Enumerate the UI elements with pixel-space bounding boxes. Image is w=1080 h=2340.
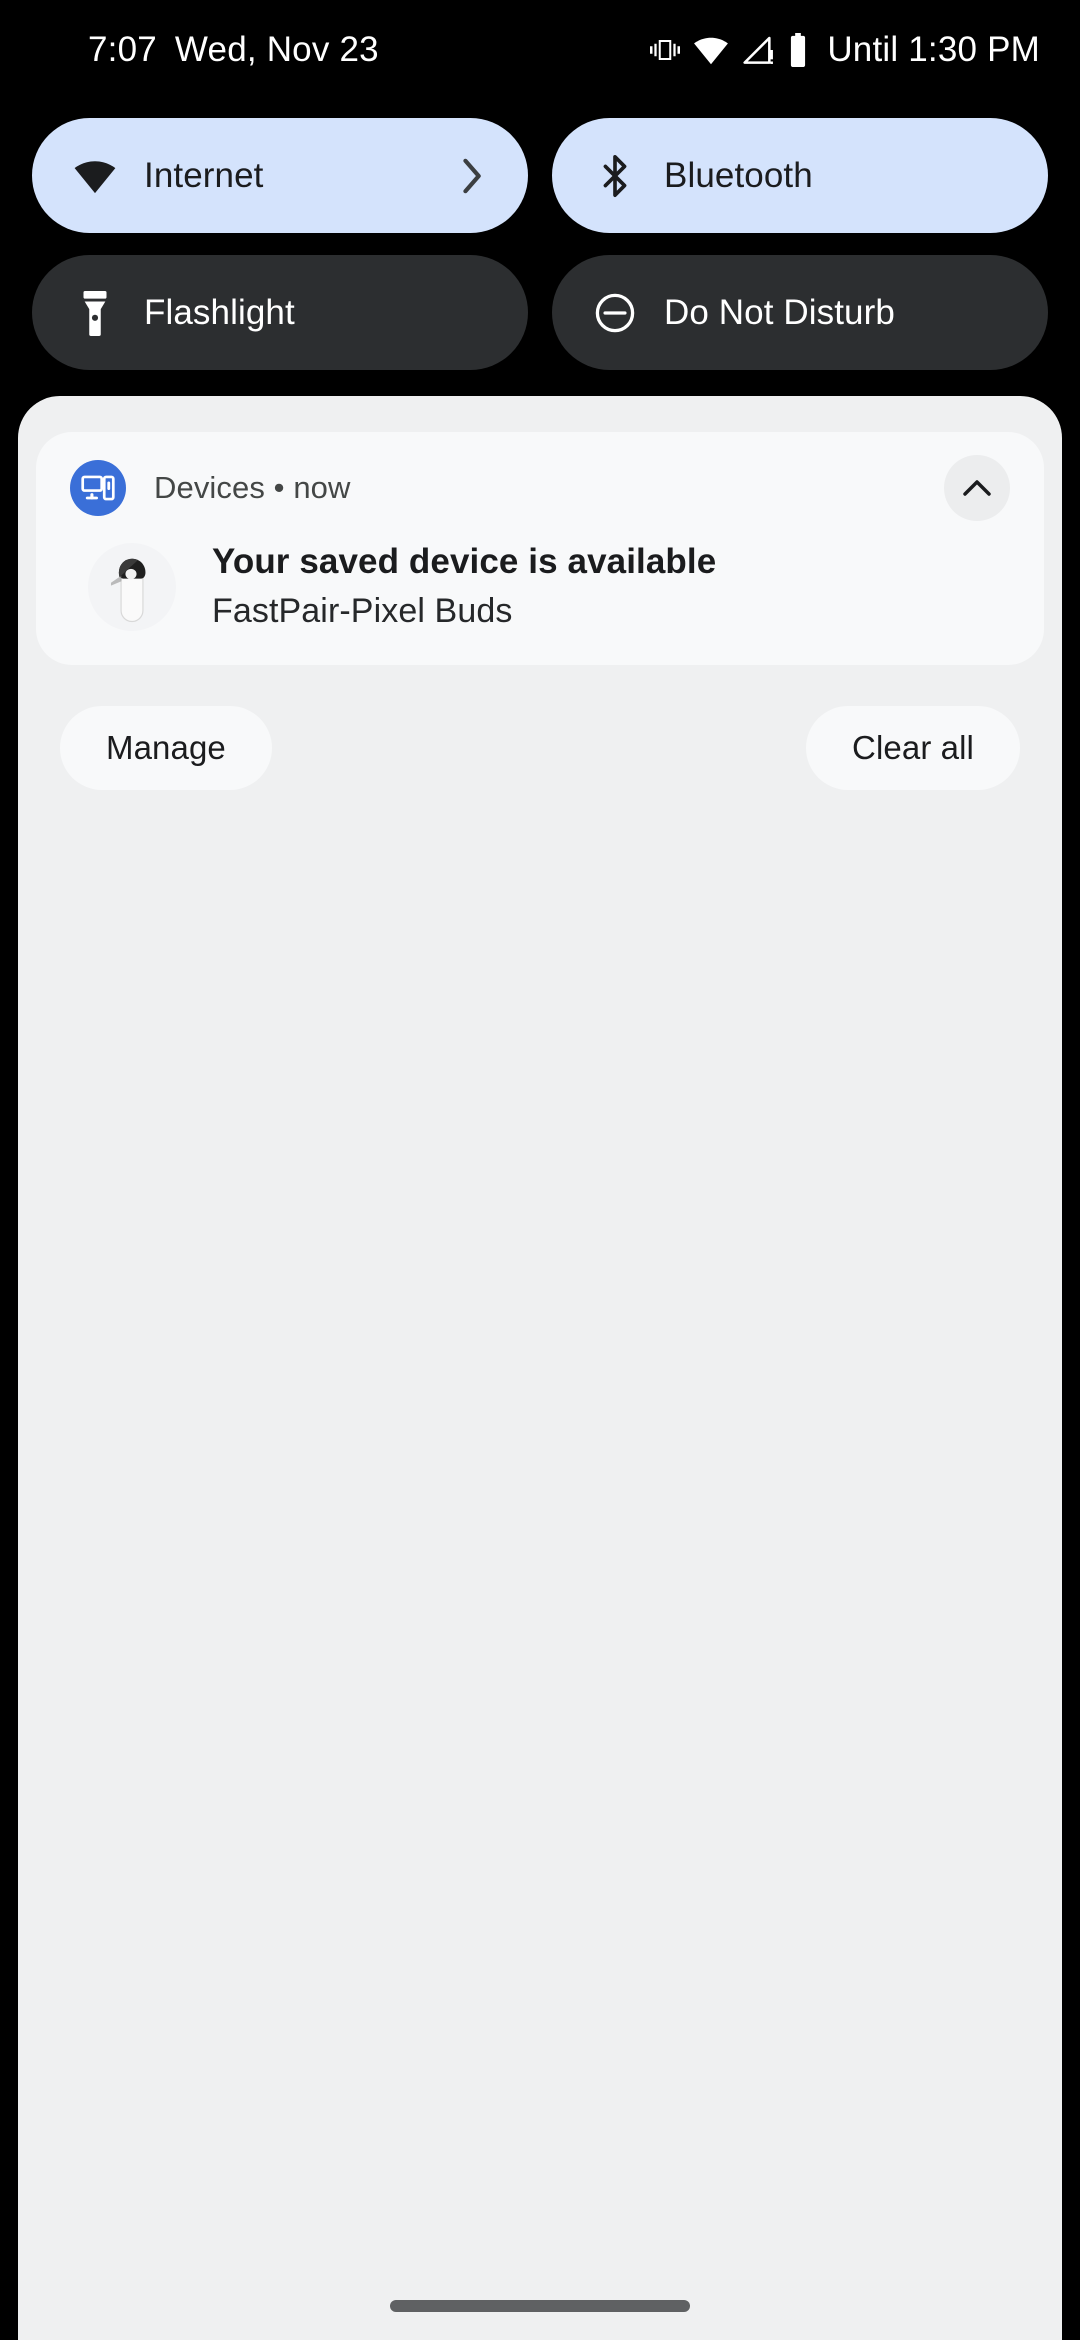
- wifi-icon: [72, 153, 118, 199]
- gesture-nav-handle[interactable]: [390, 2300, 690, 2312]
- qs-tile-label: Do Not Disturb: [664, 292, 895, 332]
- status-bar-right: Until 1:30 PM: [650, 30, 1040, 70]
- qs-tile-do-not-disturb[interactable]: Do Not Disturb: [552, 255, 1048, 370]
- android-quick-settings-screen: 7:07 Wed, Nov 23 Until 1:30 PM Internet …: [0, 0, 1080, 2340]
- vibrate-icon: [650, 34, 681, 66]
- quick-settings-panel: Internet Bluetooth Flashlight Do Not Dis…: [0, 118, 1080, 392]
- quick-settings-row-1: Internet Bluetooth: [0, 118, 1080, 233]
- flashlight-icon: [72, 290, 118, 336]
- qs-tile-label: Internet: [144, 155, 264, 195]
- signal-no-sim-icon: [742, 34, 774, 66]
- qs-tile-bluetooth[interactable]: Bluetooth: [552, 118, 1048, 233]
- status-bar-clock: 7:07: [88, 30, 157, 69]
- status-bar-left: 7:07 Wed, Nov 23: [88, 30, 379, 70]
- notification-text-block: Your saved device is available FastPair-…: [212, 542, 716, 631]
- notification-body: Your saved device is available FastPair-…: [70, 542, 1010, 631]
- battery-icon: [787, 33, 809, 67]
- notification-shade: Devices • now Your saved device is avail…: [18, 396, 1062, 2340]
- qs-tile-label: Flashlight: [144, 292, 295, 332]
- notification-meta: Devices • now: [154, 470, 351, 505]
- chevron-right-icon[interactable]: [460, 157, 486, 195]
- pixel-buds-case-image: [88, 542, 176, 631]
- quick-settings-row-2: Flashlight Do Not Disturb: [0, 255, 1080, 370]
- qs-tile-label: Bluetooth: [664, 155, 813, 195]
- status-bar: 7:07 Wed, Nov 23 Until 1:30 PM: [0, 0, 1080, 100]
- manage-button[interactable]: Manage: [60, 706, 272, 790]
- clear-all-button[interactable]: Clear all: [806, 706, 1020, 790]
- chevron-up-icon[interactable]: [944, 455, 1010, 521]
- battery-status-text: Until 1:30 PM: [827, 30, 1040, 69]
- bluetooth-icon: [592, 153, 638, 199]
- notification-card-devices[interactable]: Devices • now Your saved device is avail…: [36, 432, 1044, 665]
- notification-subtitle: FastPair-Pixel Buds: [212, 592, 513, 630]
- shade-action-buttons: Manage Clear all: [18, 706, 1062, 790]
- notification-title: Your saved device is available: [212, 542, 717, 581]
- notification-header: Devices • now: [70, 455, 1010, 521]
- qs-tile-internet[interactable]: Internet: [32, 118, 528, 233]
- qs-tile-flashlight[interactable]: Flashlight: [32, 255, 528, 370]
- status-bar-date: Wed, Nov 23: [174, 30, 379, 69]
- wifi-icon: [693, 34, 729, 66]
- do-not-disturb-icon: [592, 290, 638, 336]
- devices-icon: [70, 460, 126, 516]
